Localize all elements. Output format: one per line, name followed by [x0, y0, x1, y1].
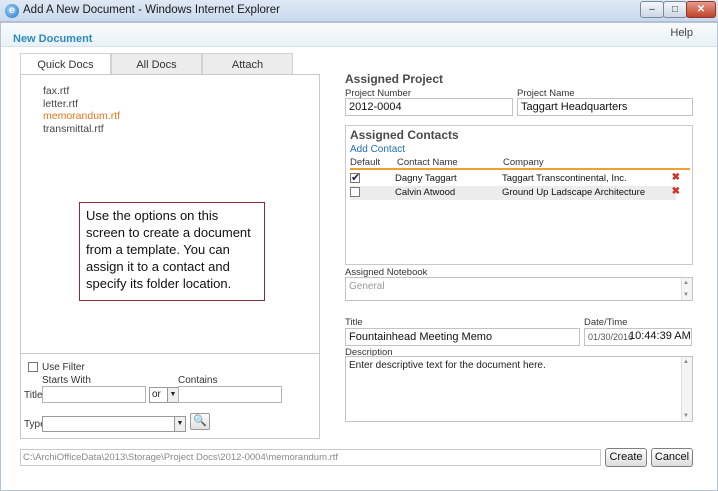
column-default: Default — [350, 157, 381, 168]
contains-input[interactable] — [178, 386, 282, 403]
default-contact-checkbox[interactable] — [350, 187, 360, 197]
assigned-contacts-heading: Assigned Contacts — [350, 128, 459, 142]
template-item-letter[interactable]: letter.rtf — [43, 98, 120, 111]
notebook-scrollbar[interactable]: ▲ ▼ — [681, 278, 692, 300]
description-textarea[interactable]: Enter descriptive text for the document … — [345, 356, 693, 422]
template-panel: fax.rtf letter.rtf memorandum.rtf transm… — [20, 74, 320, 362]
add-contact-link[interactable]: Add Contact — [350, 144, 405, 155]
table-row[interactable]: Calvin Atwood Ground Up Ladscape Archite… — [350, 186, 680, 200]
contacts-table-header: Default Contact Name Company — [350, 157, 690, 170]
filter-operator-select[interactable]: or ▼ — [149, 387, 179, 403]
description-value: Enter descriptive text for the document … — [349, 360, 546, 371]
notebook-value: General — [349, 281, 385, 292]
chevron-down-icon: ▼ — [174, 417, 185, 431]
template-item-transmittal[interactable]: transmittal.rtf — [43, 123, 120, 136]
doc-title-field[interactable]: Fountainhead Meeting Memo — [345, 328, 580, 346]
tab-all-docs[interactable]: All Docs — [111, 53, 202, 75]
template-list: fax.rtf letter.rtf memorandum.rtf transm… — [43, 85, 120, 135]
page-title: New Document — [13, 33, 93, 45]
contains-label: Contains — [178, 375, 218, 386]
template-item-memorandum[interactable]: memorandum.rtf — [43, 110, 120, 123]
filter-panel: Use Filter Starts With Contains Title or… — [20, 353, 320, 439]
help-link[interactable]: Help — [670, 27, 693, 39]
table-row[interactable]: ✔ Dagny Taggart Taggart Transcontinental… — [350, 172, 680, 186]
remove-contact-icon[interactable]: ✖ — [672, 186, 680, 197]
cancel-button[interactable]: Cancel — [651, 448, 693, 467]
doc-title-label: Title — [345, 317, 363, 328]
date-value: 01/30/2016 — [588, 332, 634, 342]
contact-name: Calvin Atwood — [395, 187, 456, 198]
datetime-label: Date/Time — [584, 317, 628, 328]
remove-contact-icon[interactable]: ✖ — [672, 172, 680, 183]
assigned-contacts-panel: Assigned Contacts Add Contact Default Co… — [345, 125, 693, 265]
maximize-button[interactable]: □ — [663, 1, 687, 18]
help-tooltip: Use the options on this screen to create… — [79, 202, 265, 301]
window-title: Add A New Document - Windows Internet Ex… — [23, 4, 280, 16]
scroll-down-icon[interactable]: ▼ — [683, 413, 689, 419]
contact-company: Taggart Transcontinental, Inc. — [502, 173, 627, 184]
dialog-body: New Document Help Quick Docs All Docs At… — [0, 22, 718, 491]
starts-with-label: Starts With — [42, 375, 91, 386]
template-item-fax[interactable]: fax.rtf — [43, 85, 120, 98]
tab-quick-docs[interactable]: Quick Docs — [20, 53, 111, 75]
type-select[interactable]: ▼ — [42, 416, 186, 432]
title-filter-label: Title — [24, 390, 43, 401]
description-scrollbar[interactable]: ▲ ▼ — [681, 357, 692, 421]
time-value: 10:44:39 AM — [629, 330, 691, 342]
starts-with-input[interactable] — [42, 386, 146, 403]
notebook-field[interactable]: General ▲ ▼ — [345, 277, 693, 301]
minimize-button[interactable]: – — [640, 1, 664, 18]
scroll-up-icon[interactable]: ▲ — [683, 359, 689, 365]
dialog-header: New Document Help — [1, 23, 717, 47]
search-button[interactable]: 🔍 — [190, 413, 210, 430]
contact-company: Ground Up Ladscape Architecture — [502, 187, 646, 198]
browser-icon: e — [5, 4, 19, 18]
use-filter-checkbox[interactable] — [28, 362, 38, 372]
close-window-button[interactable]: ✕ — [686, 1, 716, 18]
default-contact-checkbox[interactable]: ✔ — [350, 172, 361, 184]
file-path-field[interactable]: C:\ArchiOfficeData\2013\Storage\Project … — [20, 449, 601, 466]
assigned-project-heading: Assigned Project — [345, 72, 444, 86]
column-company: Company — [503, 157, 544, 168]
window-titlebar: e Add A New Document - Windows Internet … — [0, 0, 718, 22]
doc-source-tabs: Quick Docs All Docs Attach — [20, 53, 293, 75]
tab-attach[interactable]: Attach — [202, 53, 293, 75]
use-filter-label: Use Filter — [42, 362, 85, 373]
scroll-down-icon[interactable]: ▼ — [683, 292, 689, 298]
column-contact-name: Contact Name — [397, 157, 458, 168]
chevron-down-icon: ▼ — [167, 388, 178, 402]
project-number-field[interactable]: 2012-0004 — [345, 98, 513, 116]
scroll-up-icon[interactable]: ▲ — [683, 280, 689, 286]
project-name-field[interactable]: Taggart Headquarters — [517, 98, 693, 116]
create-button[interactable]: Create — [605, 448, 647, 467]
search-icon: 🔍 — [193, 415, 207, 427]
check-icon: ✔ — [351, 172, 361, 184]
filter-operator-value: or — [152, 389, 161, 400]
datetime-field[interactable]: 01/30/2016 10:44:39 AM — [584, 328, 692, 346]
contact-name: Dagny Taggart — [395, 173, 457, 184]
